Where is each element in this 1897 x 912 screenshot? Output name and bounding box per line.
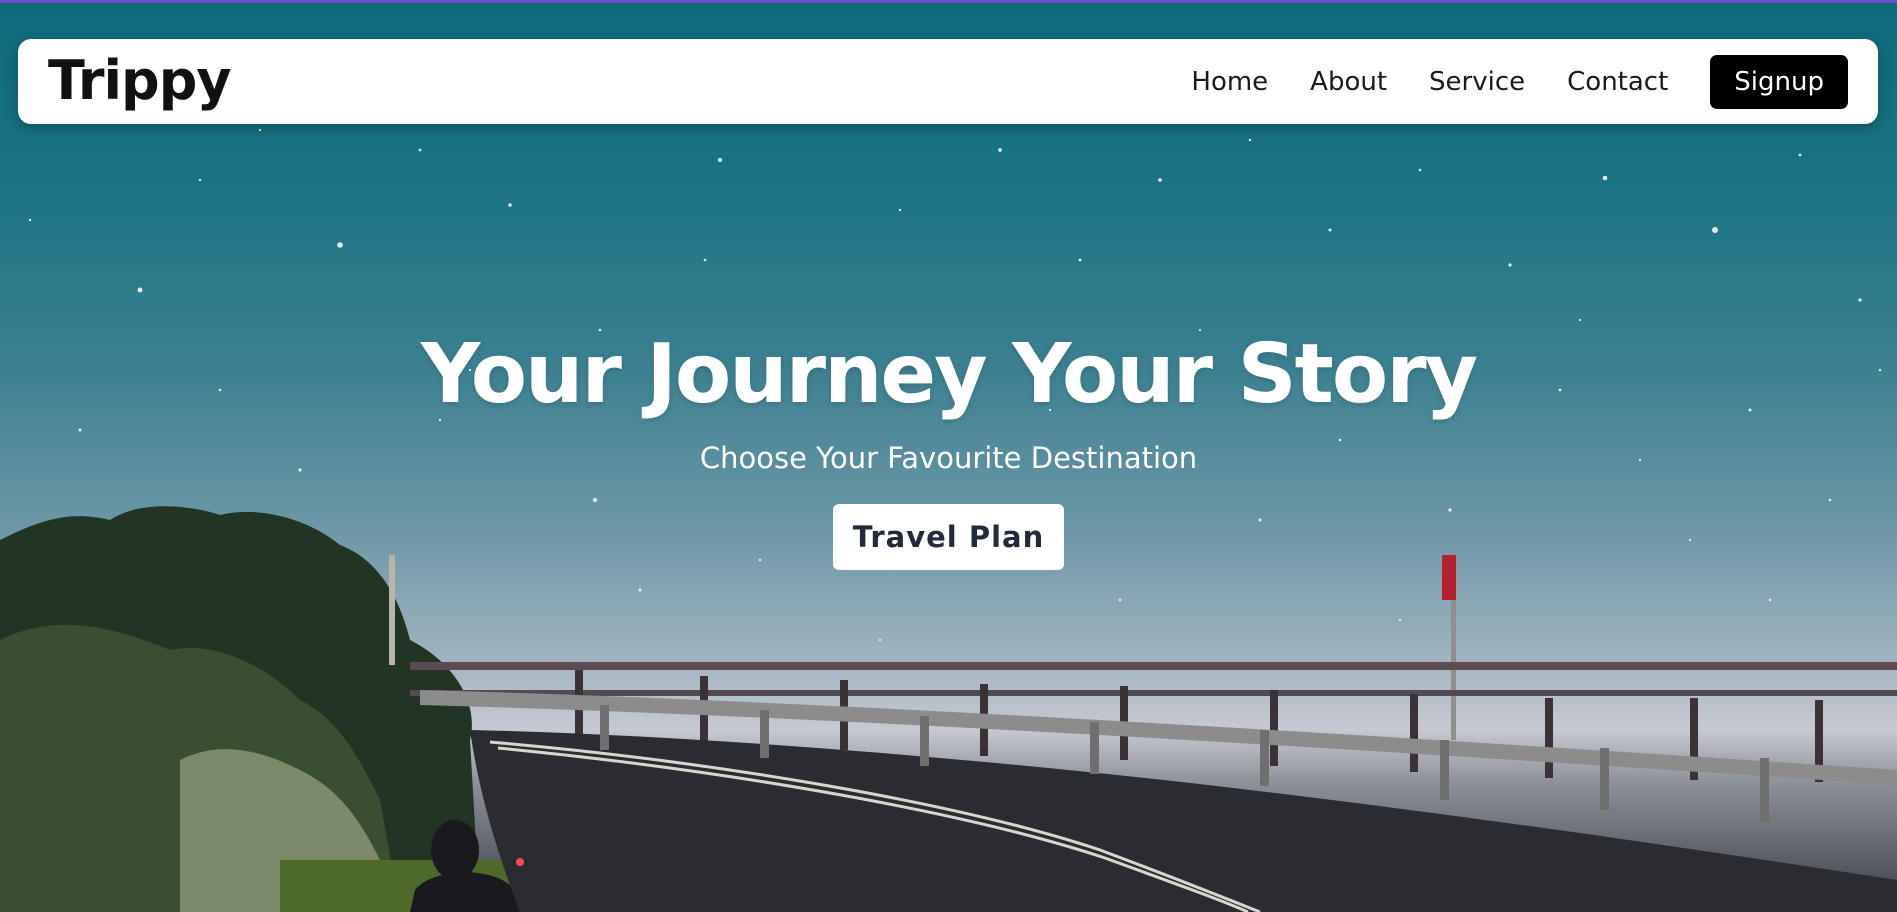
nav-links: Home About Service Contact Signup: [1191, 54, 1848, 109]
signup-button[interactable]: Signup: [1710, 54, 1848, 109]
nav-link-home[interactable]: Home: [1191, 67, 1268, 97]
travel-plan-button[interactable]: Travel Plan: [832, 504, 1065, 570]
hero-subtitle: Choose Your Favourite Destination: [699, 441, 1198, 475]
hero-title: Your Journey Your Story: [420, 327, 1478, 422]
nav-link-about[interactable]: About: [1310, 67, 1387, 97]
hero-content: Your Journey Your Story Choose Your Favo…: [0, 320, 1897, 570]
nav-link-contact[interactable]: Contact: [1567, 67, 1668, 97]
brand-logo[interactable]: Trippy: [48, 49, 232, 113]
hero-section: Trippy Home About Service Contact Signup…: [0, 0, 1897, 912]
navbar: Trippy Home About Service Contact Signup: [18, 39, 1878, 124]
nav-link-service[interactable]: Service: [1429, 67, 1525, 97]
